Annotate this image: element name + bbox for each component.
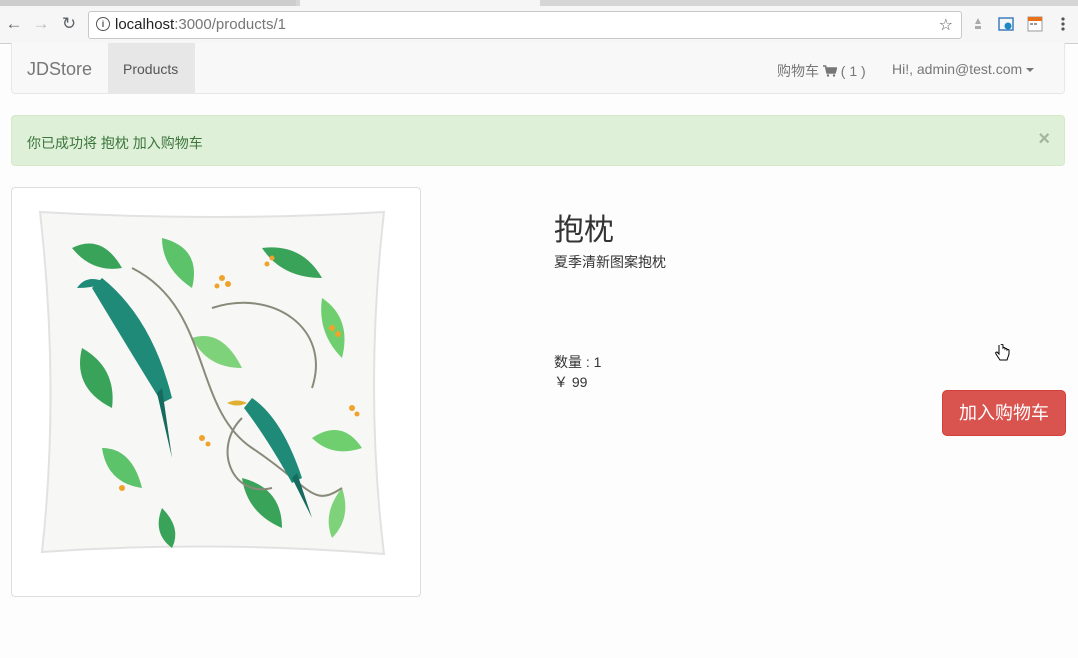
product-image — [11, 187, 421, 597]
browser-toolbar: ← → ↻ i localhost:3000/products/1 ☆ — [0, 6, 1078, 44]
reload-icon[interactable]: ↻ — [60, 15, 78, 33]
info-icon[interactable]: i — [96, 17, 110, 31]
product-description: 夏季清新图案抱枕 — [554, 254, 666, 270]
site-navbar: JDStore Products 购物车 ( 1 ) Hi!, admin@te… — [11, 43, 1065, 94]
hand-cursor-icon — [995, 344, 1010, 361]
nav-products-link[interactable]: Products — [108, 43, 195, 93]
cart-icon — [822, 65, 838, 77]
forward-arrow-icon[interactable]: → — [32, 15, 50, 33]
cart-label: 购物车 — [777, 63, 819, 79]
nav-products-label: Products — [123, 61, 179, 77]
pillow-image — [38, 210, 386, 556]
product-title: 抱枕 — [554, 214, 614, 247]
product-quantity: 数量 : 1 — [554, 354, 602, 370]
cart-link[interactable]: 购物车 ( 1 ) — [777, 61, 866, 81]
close-icon[interactable]: × — [1038, 129, 1050, 149]
calendar-icon[interactable] — [1027, 16, 1043, 32]
add-to-cart-button[interactable]: 加入购物车 — [942, 390, 1066, 436]
cart-count: ( 1 ) — [840, 63, 866, 79]
alert-message: 你已成功将 抱枕 加入购物车 — [27, 135, 203, 151]
bookmark-star-icon[interactable]: ☆ — [939, 15, 953, 35]
success-alert: 你已成功将 抱枕 加入购物车 × — [11, 115, 1065, 166]
product-price: ￥ 99 — [554, 374, 588, 390]
address-url[interactable]: localhost:3000/products/1 — [115, 16, 286, 33]
user-label: Hi!, admin@test.com — [892, 61, 1023, 77]
brand-link[interactable]: JDStore — [27, 59, 92, 80]
address-bar[interactable]: i localhost:3000/products/1 ☆ — [88, 11, 962, 39]
back-arrow-icon[interactable]: ← — [5, 15, 23, 33]
menu-dots-icon[interactable] — [1055, 16, 1071, 32]
extension-icon[interactable] — [970, 16, 986, 32]
caret-down-icon — [1026, 68, 1035, 73]
user-dropdown[interactable]: Hi!, admin@test.com — [892, 61, 1035, 77]
camera-icon[interactable] — [998, 16, 1014, 32]
